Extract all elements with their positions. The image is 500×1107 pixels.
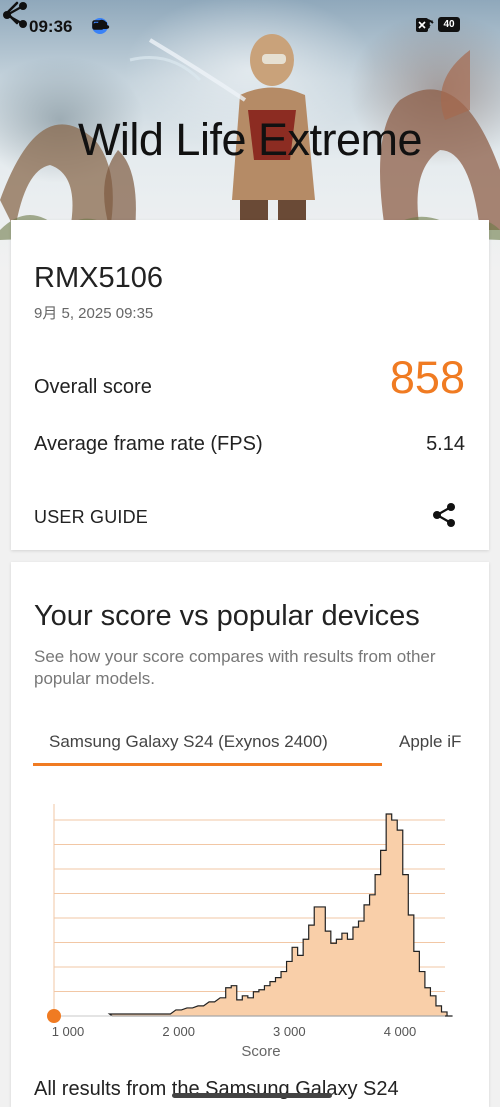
sim-off-icon [416, 18, 429, 32]
x-axis-label: Score [241, 1043, 280, 1060]
user-guide-link[interactable]: USER GUIDE [34, 507, 148, 528]
x-tick-label: 2 000 [162, 1024, 195, 1039]
comparison-subtitle: See how your score compares with results… [34, 647, 436, 688]
overall-score-label: Overall score [34, 376, 152, 398]
overall-score-value: 858 [389, 352, 465, 403]
status-bar: 09:36 GT GT 40 [0, 0, 500, 50]
tab-apple[interactable]: Apple iF [399, 732, 461, 752]
share-icon[interactable] [429, 500, 459, 530]
x-tick-label: 1 000 [52, 1024, 85, 1039]
battery-level: 40 [443, 19, 455, 30]
tab-samsung-galaxy-s24[interactable]: Samsung Galaxy S24 (Exynos 2400) [49, 732, 328, 752]
score-distribution-chart: 1 000 2 000 3 000 4 000 Score [11, 792, 489, 1072]
result-date: 9月 5, 2025 09:35 [34, 305, 154, 322]
your-score-marker [47, 1009, 61, 1023]
x-tick-label: 3 000 [273, 1024, 306, 1039]
benchmark-title: Wild Life Extreme [77, 114, 423, 165]
histogram-svg: 1 000 2 000 3 000 4 000 Score [47, 804, 453, 1060]
cloud-icon [92, 19, 110, 29]
device-name: RMX5106 [34, 262, 163, 294]
share-icon[interactable] [0, 0, 30, 30]
status-time: 09:36 [29, 17, 73, 36]
result-card: RMX5106 9月 5, 2025 09:35 Overall score 8… [11, 220, 489, 550]
x-tick-label: 4 000 [384, 1024, 417, 1039]
fps-value: 5.14 [426, 433, 465, 455]
status-left-icons: GT [92, 18, 110, 34]
fps-label: Average frame rate (FPS) [34, 433, 263, 455]
active-tab-indicator [33, 763, 382, 766]
status-right-icons: GT 40 [415, 17, 460, 32]
home-indicator[interactable] [172, 1093, 332, 1098]
battery-icon: 40 [438, 17, 460, 32]
comparison-title: Your score vs popular devices [34, 600, 420, 632]
comparison-card: Your score vs popular devices See how yo… [11, 562, 489, 1107]
